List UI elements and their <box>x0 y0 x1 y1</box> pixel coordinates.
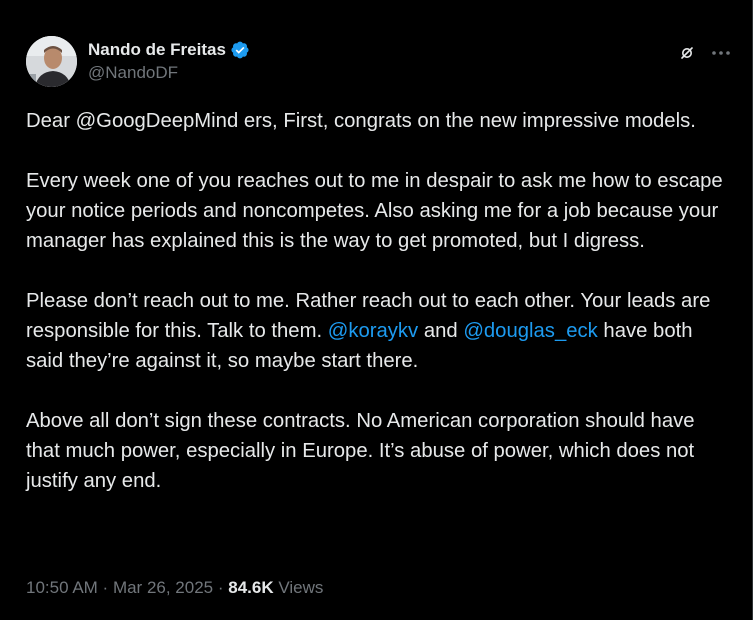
post-date[interactable]: Mar 26, 2025 <box>113 578 213 597</box>
post-time[interactable]: 10:50 AM <box>26 578 98 597</box>
mention-koraykv[interactable]: @koraykv <box>328 320 418 342</box>
tweet-text: Dear @GoogDeepMind ers, First, congrats … <box>26 106 726 496</box>
handle[interactable]: @NandoDF <box>88 63 250 83</box>
author-identity: Nando de Freitas @NandoDF <box>88 38 250 83</box>
paragraph-3-text-b: and <box>418 320 464 342</box>
paragraph-3: Please don’t reach out to me. Rather rea… <box>26 286 726 376</box>
name-row: Nando de Freitas <box>88 38 250 61</box>
views-label: Views <box>273 578 324 597</box>
tweet-meta: 10:50 AM · Mar 26, 2025 · 84.6K Views <box>26 578 323 598</box>
views-count: 84.6K <box>228 578 274 597</box>
avatar-image <box>26 36 77 87</box>
grok-icon[interactable] <box>678 44 696 62</box>
paragraph-2: Every week one of you reaches out to me … <box>26 170 729 252</box>
more-options-icon[interactable] <box>710 42 732 64</box>
paragraph-1: Dear @GoogDeepMind ers, First, congrats … <box>26 110 696 132</box>
meta-separator-2: · <box>213 578 229 597</box>
avatar[interactable] <box>26 36 77 87</box>
tweet-header: Nando de Freitas @NandoDF <box>26 36 730 88</box>
meta-separator: · <box>97 578 113 597</box>
mention-douglas-eck[interactable]: @douglas_eck <box>463 320 597 342</box>
display-name[interactable]: Nando de Freitas <box>88 40 226 60</box>
verified-badge-icon <box>230 40 250 60</box>
tweet: Nando de Freitas @NandoDF Dear @GoogDeep… <box>26 36 730 597</box>
paragraph-4: Above all don’t sign these contracts. No… <box>26 410 701 492</box>
